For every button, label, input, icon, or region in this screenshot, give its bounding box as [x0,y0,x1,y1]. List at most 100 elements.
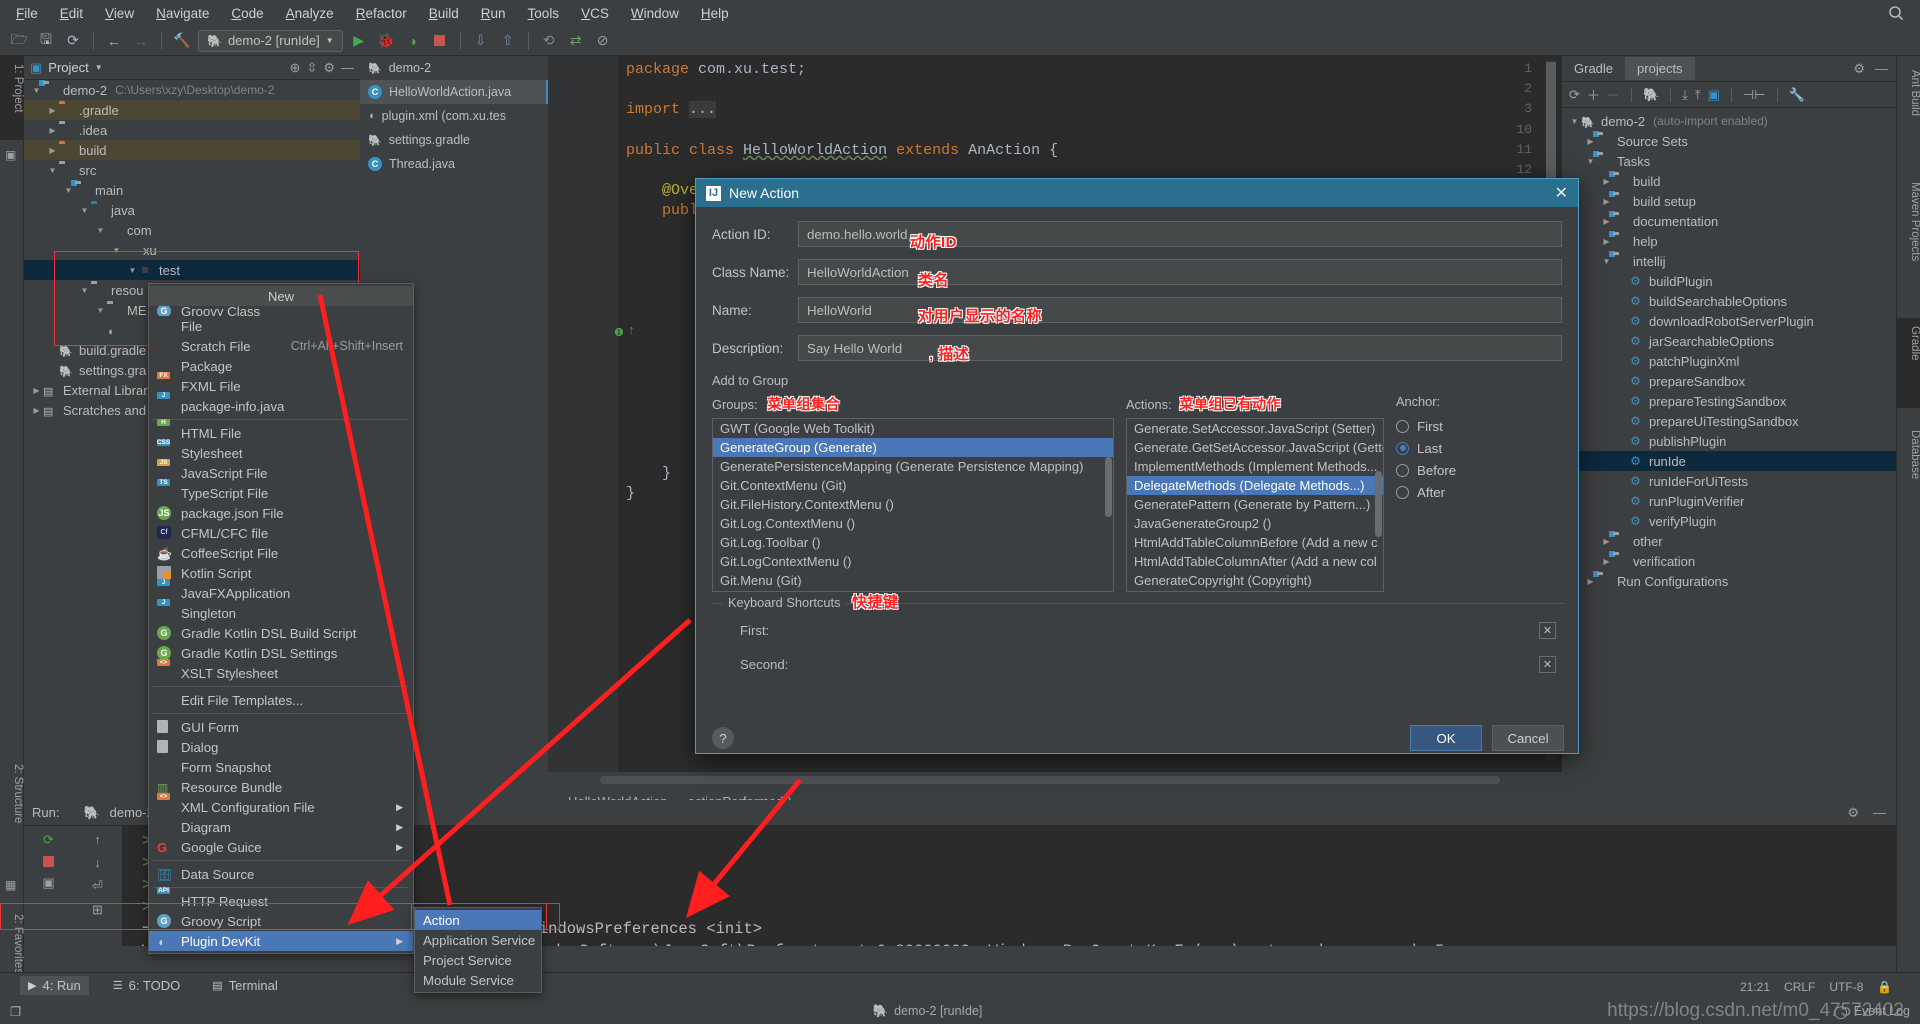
menu-item-help[interactable]: Help [691,3,739,24]
menu-item-groovy-script[interactable]: G Groovy Script [149,911,413,931]
back-icon[interactable]: ← [103,30,125,52]
chevron-down-icon[interactable]: ▼ [95,63,103,72]
menu-item-gradle-kotlin-dsl-settings[interactable]: G Gradle Kotlin DSL Settings [149,643,413,663]
remove-icon[interactable]: － [1607,85,1620,104]
chevron-down-icon[interactable]: ▼ [1584,157,1597,166]
clear-second-shortcut-icon[interactable]: ✕ [1539,655,1556,673]
anchor-radio-after[interactable]: After [1396,481,1536,503]
menu-item-file[interactable]: File [6,3,48,24]
gutter-override-marker-icon[interactable]: ↑ [628,322,635,337]
class-name-input[interactable]: HelloWorldAction [798,259,1562,285]
menu-item-html-file[interactable]: H HTML File [149,419,413,443]
actions-scrollbar-thumb[interactable] [1375,471,1382,537]
project-tree-row[interactable]: ▼ xu [24,240,360,260]
menu-item-refactor[interactable]: Refactor [346,3,417,24]
action-item[interactable]: DelegateMethods (Delegate Methods...) [1127,476,1383,495]
project-tree-row[interactable]: ▼ java [24,200,360,220]
forward-icon[interactable]: → [130,30,152,52]
gradle-tree-row[interactable]: ⚙ patchPluginXml [1562,351,1896,371]
description-input[interactable]: Say Hello World [798,335,1562,361]
menu-item-kotlin-script[interactable]: Kotlin Script [149,563,413,583]
menu-item-javafxapplication[interactable]: J JavaFXApplication [149,579,413,603]
close-icon[interactable]: ✕ [1555,183,1568,203]
bottom-tool-strip[interactable]: ▶ 4: Run ☰ 6: TODO ▤ Terminal [0,972,1920,998]
menu-item-window[interactable]: Window [621,3,689,24]
tool-strip-4--run[interactable]: ▶ 4: Run [20,976,89,995]
chevron-down-icon[interactable]: ▼ [30,86,43,95]
new-action-dialog[interactable]: IJ New Action ✕ Action ID: demo.hello.wo… [695,178,1579,754]
sidebar-item-maven[interactable]: Maven Projects [1897,174,1920,302]
lock-icon[interactable]: 🔒 [1877,980,1892,994]
menu-item-edit[interactable]: Edit [50,3,93,24]
menu-item-stylesheet[interactable]: CSS Stylesheet [149,439,413,463]
open-folder-icon[interactable]: 🗁 [8,30,30,52]
run-configuration-selector[interactable]: 🐘 demo-2 [runIde] ▼ [198,29,343,52]
group-item[interactable]: Git.Menu (Git) [713,571,1113,590]
gradle-tree-row[interactable]: ▼ intellij [1562,251,1896,271]
menu-item-xslt-stylesheet[interactable]: <> XSLT Stylesheet [149,659,413,683]
chevron-right-icon[interactable]: ▶ [1600,557,1613,566]
group-item[interactable]: GenerateGroup (Generate) [713,438,1113,457]
menu-item-plugin-devkit[interactable]: ◖ Plugin DevKit ▶ [149,931,413,951]
hide-icon[interactable]: — [341,60,354,75]
groups-scrollbar-thumb[interactable] [1105,457,1112,517]
status-line-separator[interactable]: CRLF [1784,980,1815,994]
project-tree-row[interactable]: ▼ main [24,180,360,200]
project-tree-row[interactable]: ▶ .gradle [24,100,360,120]
editor-scrollbar-thumb[interactable] [1546,62,1556,182]
chevron-right-icon[interactable]: ▶ [46,126,59,135]
debug-icon[interactable]: 🐞 [375,30,397,52]
menu-item-gui-form[interactable]: GUI Form [149,717,413,737]
chevron-down-icon[interactable]: ▼ [1568,117,1581,126]
soft-wrap-icon[interactable]: ⏎ [92,878,103,894]
menu-item-groovy-class[interactable]: G Groovy Class [149,306,413,316]
settings-gear-icon[interactable]: ⚙ [323,60,335,76]
menu-item-run[interactable]: Run [471,3,516,24]
gradle-tree-row[interactable]: ▶ build [1562,171,1896,191]
help-button[interactable]: ? [712,727,734,749]
action-item[interactable]: ImplementMethods (Implement Methods... [1127,457,1383,476]
refresh-icon[interactable]: ⟳ [1569,87,1580,103]
gradle-tree-row[interactable]: ▶ Source Sets [1562,131,1896,151]
chevron-right-icon[interactable]: ▶ [1584,137,1597,146]
collapse-all-icon[interactable]: ⇳ [306,60,317,76]
editor-tab-settings-gradle[interactable]: 🐘 settings.gradle [360,128,548,152]
chevron-down-icon[interactable]: ▼ [46,166,59,175]
project-tree-row[interactable]: ▼ demo-2 C:\Users\xzy\Desktop\demo-2 [24,80,360,100]
history-icon[interactable]: ⟲ [538,30,560,52]
gradle-tree-row[interactable]: ▶ documentation [1562,211,1896,231]
actions-list[interactable]: Generate.SetAccessor.JavaScript (Setter)… [1126,418,1384,592]
submenu-item-action[interactable]: Action [415,910,541,930]
gradle-tree-row[interactable]: ▼ 🐘 demo-2 (auto-import enabled) [1562,111,1896,131]
group-item[interactable]: GWT (Google Web Toolkit) [713,419,1113,438]
tool-strip-6--todo[interactable]: ☰ 6: TODO [105,976,188,995]
run-hide-icon[interactable]: — [1873,805,1886,821]
build-icon[interactable]: 🔨 [171,30,193,52]
group-item[interactable]: Git.LogContextMenu () [713,552,1113,571]
group-item[interactable]: Git.Log.ContextMenu () [713,514,1113,533]
menu-item-scratch-file[interactable]: Scratch File Ctrl+Alt+Shift+Insert [149,336,413,356]
stop-icon[interactable] [429,30,451,52]
radio-circle-icon[interactable] [1396,485,1409,499]
chevron-right-icon[interactable]: ▶ [30,406,43,415]
action-item[interactable]: GenerateCopyright (Copyright) [1127,571,1383,590]
chevron-right-icon[interactable]: ▶ [30,386,43,395]
clear-first-shortcut-icon[interactable]: ✕ [1539,621,1556,639]
menu-item-diagram[interactable]: Diagram ▶ [149,817,413,837]
chevron-right-icon[interactable]: ▶ [1600,237,1613,246]
groups-list[interactable]: GWT (Google Web Toolkit) GenerateGroup (G… [712,418,1114,592]
run-coverage-icon[interactable]: ◑ [402,30,424,52]
editor-file-tabs[interactable]: 🐘 demo-2 C HelloWorldAction.java ◖ plugin.xml… [360,56,548,174]
wrench-icon[interactable]: 🔧 [1789,87,1805,103]
commit-icon[interactable]: ⇧ [497,30,519,52]
stop-icon[interactable] [43,856,54,867]
menu-item-file[interactable]: File [149,316,413,336]
action-item[interactable]: Generate.GetSetAccessor.JavaScript (Gett… [1127,438,1383,457]
project-tree-row[interactable]: ▶ build [24,140,360,160]
gradle-settings-gear-icon[interactable]: ⚙ [1853,61,1865,77]
menu-item-gradle-kotlin-dsl-build-script[interactable]: G Gradle Kotlin DSL Build Script [149,623,413,643]
menu-item-coffeescript-file[interactable]: ☕ CoffeeScript File [149,543,413,563]
diff-icon[interactable]: ⇄ [565,30,587,52]
menu-item-cfml-cfc-file[interactable]: Cf CFML/CFC file [149,523,413,543]
menu-item-edit-file-templates---[interactable]: Edit File Templates... [149,690,413,710]
